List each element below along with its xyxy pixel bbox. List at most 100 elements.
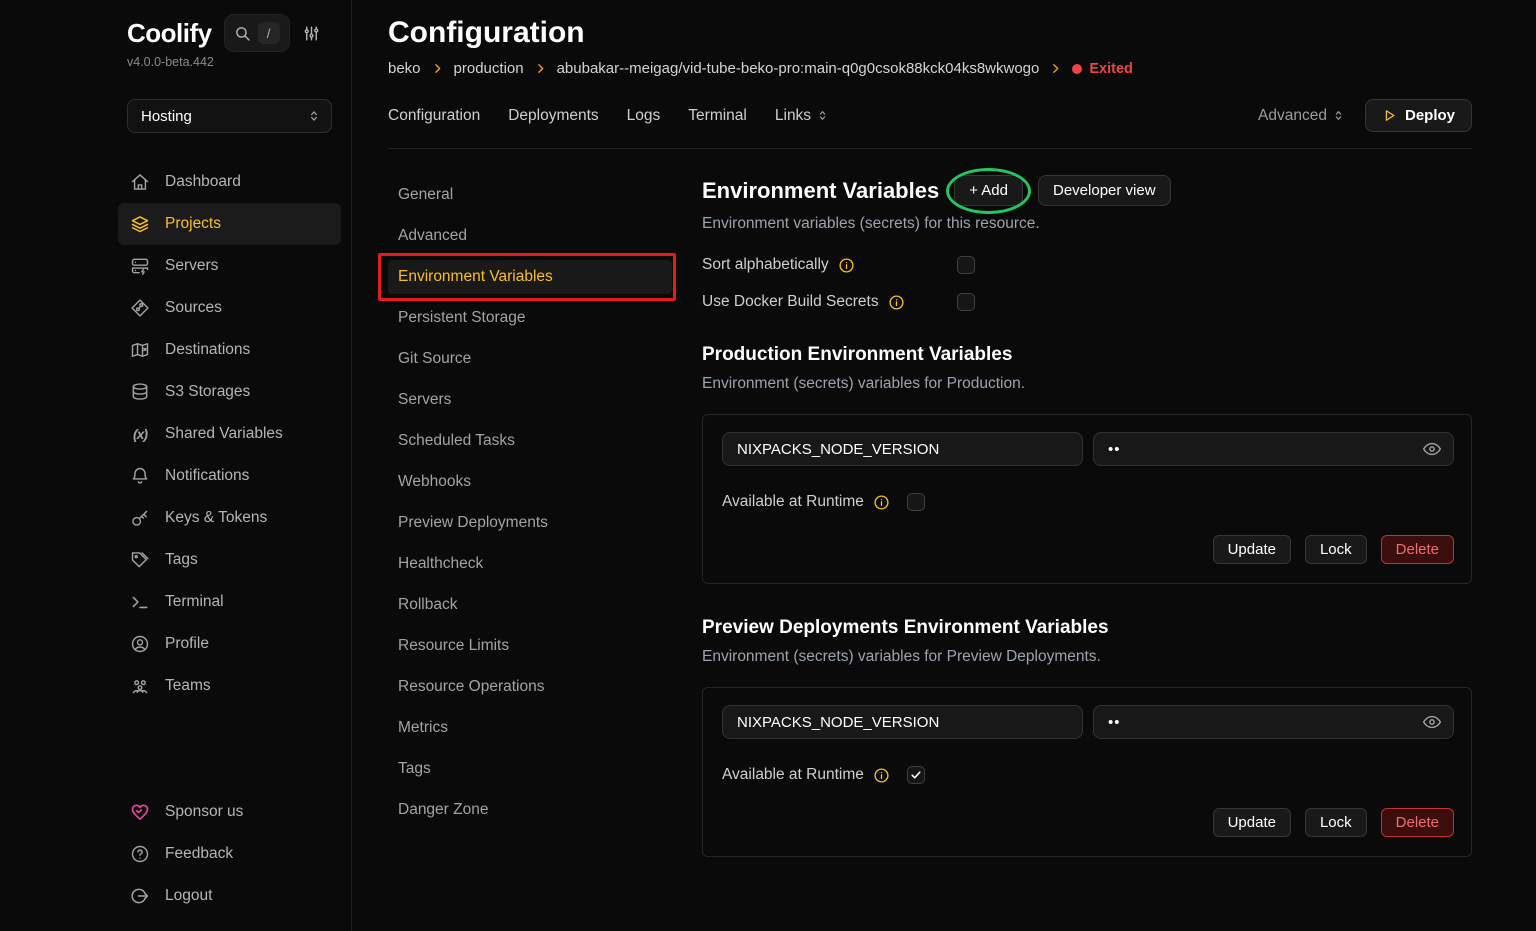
available-at-runtime-label: Available at Runtime [722, 766, 864, 784]
play-icon [1382, 108, 1397, 123]
sidebar-item-feedback[interactable]: Feedback [118, 833, 341, 875]
lock-button[interactable]: Lock [1305, 808, 1367, 837]
sidebar-item-keys-tokens[interactable]: Keys & Tokens [118, 497, 341, 539]
sidebar-footer: Sponsor us Feedback Logout [118, 791, 341, 917]
reveal-value-button[interactable] [1422, 439, 1442, 462]
layers-icon [130, 214, 150, 234]
add-variable-button[interactable]: + Add [954, 175, 1023, 206]
subnav-advanced[interactable]: Advanced [388, 219, 672, 253]
sidebar-item-tags[interactable]: Tags [118, 539, 341, 581]
sidebar-item-projects[interactable]: Projects [118, 203, 341, 245]
info-icon[interactable] [838, 257, 855, 274]
subnav-general[interactable]: General [388, 178, 672, 212]
sidebar-item-label: Dashboard [165, 173, 241, 191]
subnav-healthcheck[interactable]: Healthcheck [388, 547, 672, 581]
sidebar-item-terminal[interactable]: Terminal [118, 581, 341, 623]
settings-subnav: General Advanced Environment Variables P… [388, 149, 672, 931]
subnav-scheduled-tasks[interactable]: Scheduled Tasks [388, 424, 672, 458]
eye-icon [1422, 712, 1442, 732]
update-button[interactable]: Update [1213, 808, 1291, 837]
subnav-rollback[interactable]: Rollback [388, 588, 672, 622]
subnav-environment-variables[interactable]: Environment Variables [388, 260, 672, 294]
breadcrumb-environment[interactable]: production [454, 60, 524, 77]
subnav-git-source[interactable]: Git Source [388, 342, 672, 376]
database-icon [130, 382, 150, 402]
subnav-resource-operations[interactable]: Resource Operations [388, 670, 672, 704]
map-icon [130, 340, 150, 360]
info-icon[interactable] [873, 767, 890, 784]
subnav-persistent-storage[interactable]: Persistent Storage [388, 301, 672, 335]
info-icon[interactable] [888, 294, 905, 311]
terminal-icon [130, 592, 150, 612]
preview-env-subtitle: Environment (secrets) variables for Prev… [702, 648, 1472, 666]
tag-icon [130, 550, 150, 570]
lock-button[interactable]: Lock [1305, 535, 1367, 564]
breadcrumb-team[interactable]: beko [388, 60, 421, 77]
sidebar-item-label: Sources [165, 299, 222, 317]
section-subtitle: Environment variables (secrets) for this… [702, 215, 1472, 233]
bell-icon [130, 466, 150, 486]
tab-links[interactable]: Links [775, 107, 829, 125]
sort-alphabetically-checkbox[interactable] [957, 256, 975, 274]
app-root: Coolify / v4.0.0-beta.442 Hosting Dashbo… [0, 0, 1536, 931]
sidebar-item-sponsor[interactable]: Sponsor us [118, 791, 341, 833]
sidebar-item-s3-storages[interactable]: S3 Storages [118, 371, 341, 413]
sidebar-item-label: Tags [165, 551, 198, 569]
filters-icon[interactable] [302, 24, 321, 43]
section-title: Environment Variables [702, 178, 939, 204]
sidebar-item-shared-variables[interactable]: (x) Shared Variables [118, 413, 341, 455]
sidebar-item-dashboard[interactable]: Dashboard [118, 161, 341, 203]
chevron-right-icon [534, 62, 547, 75]
search-button[interactable]: / [224, 14, 290, 52]
sidebar-nav: Dashboard Projects Servers Sources Desti… [118, 161, 341, 707]
variable-value-input[interactable] [1093, 432, 1454, 466]
subnav-metrics[interactable]: Metrics [388, 711, 672, 745]
delete-button[interactable]: Delete [1381, 808, 1454, 837]
sidebar-item-label: Destinations [165, 341, 250, 359]
subnav-danger-zone[interactable]: Danger Zone [388, 793, 672, 827]
available-at-runtime-checkbox[interactable] [907, 493, 925, 511]
sidebar-item-destinations[interactable]: Destinations [118, 329, 341, 371]
tab-logs[interactable]: Logs [627, 107, 661, 125]
heart-icon [130, 802, 150, 822]
subnav-servers[interactable]: Servers [388, 383, 672, 417]
subnav-resource-limits[interactable]: Resource Limits [388, 629, 672, 663]
workspace-select[interactable]: Hosting [127, 99, 332, 133]
delete-button[interactable]: Delete [1381, 535, 1454, 564]
info-icon[interactable] [873, 494, 890, 511]
tab-configuration[interactable]: Configuration [388, 107, 480, 125]
sidebar-item-label: Projects [165, 215, 221, 233]
advanced-menu[interactable]: Advanced [1258, 107, 1345, 125]
user-circle-icon [130, 634, 150, 654]
sidebar-item-profile[interactable]: Profile [118, 623, 341, 665]
sidebar-item-notifications[interactable]: Notifications [118, 455, 341, 497]
app-logo: Coolify [127, 18, 212, 49]
tab-terminal[interactable]: Terminal [688, 107, 747, 125]
tab-deployments[interactable]: Deployments [508, 107, 598, 125]
sidebar-item-servers[interactable]: Servers [118, 245, 341, 287]
app-version: v4.0.0-beta.442 [127, 55, 341, 69]
sidebar-item-logout[interactable]: Logout [118, 875, 341, 917]
production-env-title: Production Environment Variables [702, 344, 1472, 366]
subnav-preview-deployments[interactable]: Preview Deployments [388, 506, 672, 540]
variable-name-input[interactable] [722, 705, 1083, 739]
main-content: Configuration beko production abubakar--… [352, 0, 1536, 931]
subnav-webhooks[interactable]: Webhooks [388, 465, 672, 499]
variable-name-input[interactable] [722, 432, 1083, 466]
status-badge: Exited [1072, 61, 1133, 77]
subnav-tags[interactable]: Tags [388, 752, 672, 786]
breadcrumb-resource[interactable]: abubakar--meigag/vid-tube-beko-pro:main-… [557, 60, 1040, 77]
status-label: Exited [1089, 61, 1133, 77]
available-at-runtime-checkbox[interactable] [907, 766, 925, 784]
docker-build-secrets-checkbox[interactable] [957, 293, 975, 311]
update-button[interactable]: Update [1213, 535, 1291, 564]
chevron-up-down-icon [816, 109, 829, 122]
variable-value-input[interactable] [1093, 705, 1454, 739]
deploy-button[interactable]: Deploy [1365, 99, 1472, 132]
developer-view-button[interactable]: Developer view [1038, 175, 1171, 206]
home-icon [130, 172, 150, 192]
status-dot-icon [1072, 64, 1082, 74]
sidebar-item-teams[interactable]: Teams [118, 665, 341, 707]
sidebar-item-sources[interactable]: Sources [118, 287, 341, 329]
reveal-value-button[interactable] [1422, 712, 1442, 735]
